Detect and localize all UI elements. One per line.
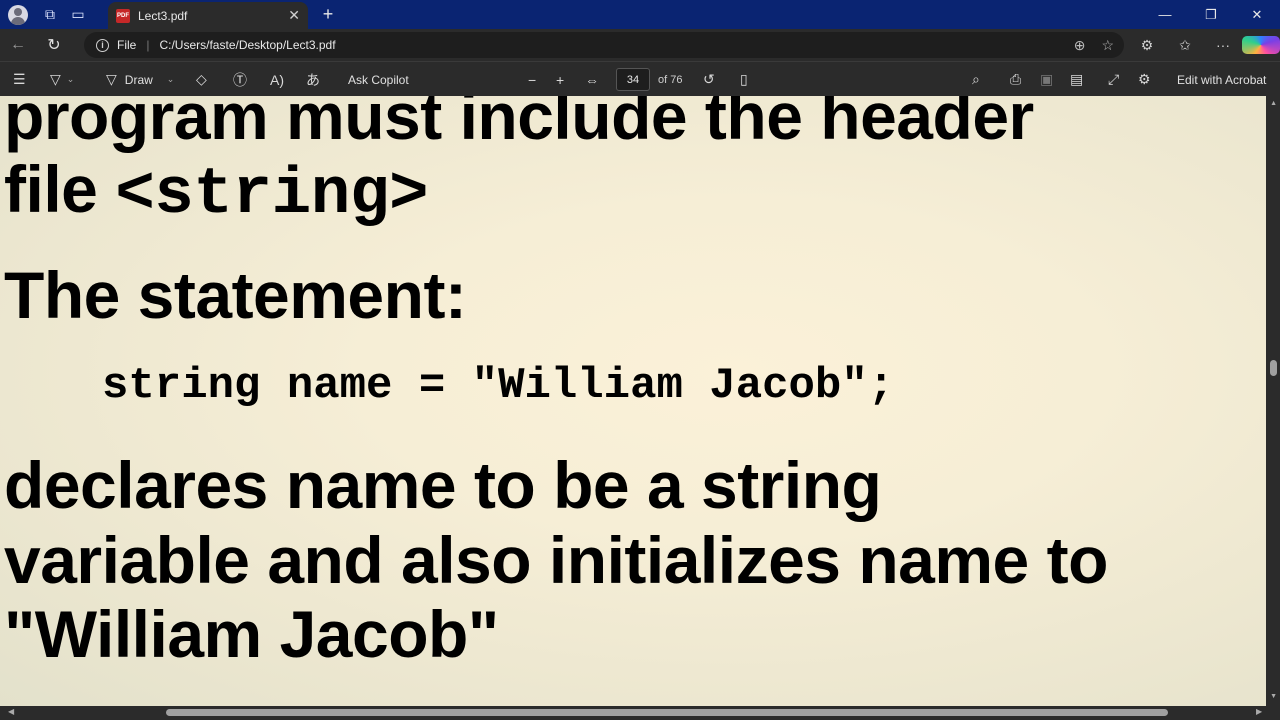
rotate-icon: ↺	[703, 71, 715, 87]
read-aloud-button[interactable]: A)	[270, 62, 284, 97]
scroll-left-arrow-icon[interactable]: ◀	[8, 707, 14, 716]
ask-copilot-button[interactable]: Ask Copilot	[348, 62, 409, 97]
edit-with-acrobat-button[interactable]: Edit with Acrobat	[1177, 62, 1266, 97]
doc-line-2-code: <string>	[115, 157, 429, 232]
minimize-icon[interactable]: —	[1142, 0, 1188, 29]
fit-width-icon: ⇔	[585, 71, 599, 88]
copilot-icon	[1242, 36, 1280, 54]
doc-line-1: program must include the header	[4, 96, 1034, 153]
page-view-button[interactable]: ▯	[740, 62, 748, 97]
zoom-icon[interactable]: ⊕	[1074, 37, 1086, 54]
url-separator: |	[146, 38, 150, 52]
print-icon: ⎙	[1010, 71, 1022, 87]
gear-icon: ⚙	[1138, 71, 1151, 87]
vertical-scroll-thumb[interactable]	[1270, 360, 1277, 376]
read-aloud-icon: A)	[270, 71, 284, 88]
tab-close-icon[interactable]: ✕	[288, 7, 300, 24]
zoom-out-button[interactable]: −	[528, 62, 536, 97]
copilot-button[interactable]	[1242, 36, 1280, 54]
highlighter-icon: ▽	[50, 71, 61, 87]
find-button[interactable]: ⌕	[972, 62, 980, 97]
fullscreen-button[interactable]: ⤢	[1108, 62, 1119, 97]
text-box-icon: Ⓣ	[233, 71, 247, 88]
restore-icon[interactable]: ❐	[1188, 0, 1234, 29]
draw-label: Draw	[124, 72, 153, 87]
tab-bar: ⧉ ▭ PDF Lect3.pdf ✕ + — ❐ ✕	[0, 0, 1280, 29]
doc-para-line-1: declares name to be a string	[4, 448, 882, 522]
pdf-page: program must include the header file <st…	[0, 96, 1266, 706]
page-number-input[interactable]: 34	[616, 68, 650, 91]
vertical-scrollbar[interactable]	[1266, 96, 1280, 706]
pen-icon: ▽	[106, 71, 117, 87]
chevron-down-icon: ⌄	[66, 74, 75, 84]
profile-avatar[interactable]	[8, 4, 28, 25]
favorites-icon[interactable]: ✩	[1166, 37, 1204, 54]
draw-button[interactable]: ▽ Draw ⌄	[106, 62, 174, 97]
contents-button[interactable]: ☰	[13, 62, 26, 97]
favorite-star-icon[interactable]: ☆	[1101, 37, 1114, 54]
address-bar[interactable]: i File | C:/Users/faste/Desktop/Lect3.pd…	[84, 32, 1124, 58]
page-view-icon: ▯	[740, 71, 748, 87]
new-tab-button[interactable]: +	[316, 0, 340, 29]
more-options-icon[interactable]: ···	[1204, 37, 1242, 53]
rotate-button[interactable]: ↺	[703, 62, 715, 97]
scroll-right-arrow-icon[interactable]: ▶	[1256, 707, 1262, 716]
back-button[interactable]: ←	[0, 29, 36, 61]
tab-title: Lect3.pdf	[138, 8, 188, 23]
plus-icon: +	[556, 71, 565, 88]
workspaces-icon[interactable]: ⧉	[36, 0, 64, 29]
doc-code-line: string name = "William Jacob";	[102, 361, 895, 411]
scroll-down-arrow-icon[interactable]: ▼	[1270, 693, 1277, 700]
tab-actions-icon[interactable]: ▭	[64, 0, 92, 29]
url-scheme-label: File	[117, 38, 137, 52]
browser-window: ⧉ ▭ PDF Lect3.pdf ✕ + — ❐ ✕ ← ↻ i File |…	[0, 0, 1280, 720]
save-button[interactable]: ▣	[1040, 62, 1053, 97]
pdf-file-icon: PDF	[116, 8, 130, 23]
minus-icon: −	[528, 71, 537, 88]
page-count-label: of 76	[658, 73, 683, 86]
address-bar-row: ← ↻ i File | C:/Users/faste/Desktop/Lect…	[0, 29, 1280, 61]
close-window-icon[interactable]: ✕	[1234, 0, 1280, 29]
pdf-toolbar: ☰ ▽ ⌄ ▽ Draw ⌄ ◇ Ⓣ A) あ Ask Copilot − + ⇔…	[0, 61, 1280, 96]
chevron-down-icon: ⌄	[166, 74, 175, 84]
scroll-up-arrow-icon[interactable]: ▲	[1270, 100, 1277, 107]
tab-lect3-pdf[interactable]: PDF Lect3.pdf ✕	[108, 2, 308, 29]
search-icon: ⌕	[972, 71, 980, 87]
horizontal-scroll-thumb[interactable]	[166, 709, 1168, 716]
zoom-in-button[interactable]: +	[556, 62, 564, 97]
expand-icon: ⤢	[1108, 71, 1120, 87]
highlight-button[interactable]: ▽ ⌄	[50, 62, 74, 97]
site-info-icon[interactable]: i	[96, 38, 109, 52]
translate-icon: あ	[306, 71, 320, 88]
refresh-button[interactable]: ↻	[36, 29, 72, 61]
erase-button[interactable]: ◇	[196, 62, 207, 97]
add-text-button[interactable]: Ⓣ	[233, 62, 247, 97]
browser-toolbar-right: ⚙ ✩ ···	[1128, 29, 1280, 61]
save-as-button[interactable]: ▤	[1070, 62, 1083, 97]
print-button[interactable]: ⎙	[1010, 62, 1021, 97]
doc-line-2-prefix: file	[4, 152, 116, 226]
list-icon: ☰	[13, 71, 26, 87]
save-icon: ▣	[1040, 71, 1054, 87]
window-controls: — ❐ ✕	[1142, 0, 1280, 29]
extensions-icon[interactable]: ⚙	[1128, 37, 1166, 54]
doc-heading: The statement:	[4, 258, 467, 332]
doc-line-2: file <string>	[4, 156, 429, 228]
translate-button[interactable]: あ	[306, 62, 320, 97]
fit-page-button[interactable]: ⇔	[585, 62, 599, 97]
url-text[interactable]: C:/Users/faste/Desktop/Lect3.pdf	[159, 38, 335, 52]
pdf-settings-button[interactable]: ⚙	[1138, 62, 1151, 97]
doc-para-line-2: variable and also initializes name to	[4, 523, 1108, 597]
save-as-icon: ▤	[1070, 71, 1084, 87]
eraser-icon: ◇	[196, 71, 207, 87]
doc-para-line-3: "William Jacob"	[4, 597, 499, 671]
address-bar-actions: ⊕ ☆	[1074, 32, 1114, 58]
